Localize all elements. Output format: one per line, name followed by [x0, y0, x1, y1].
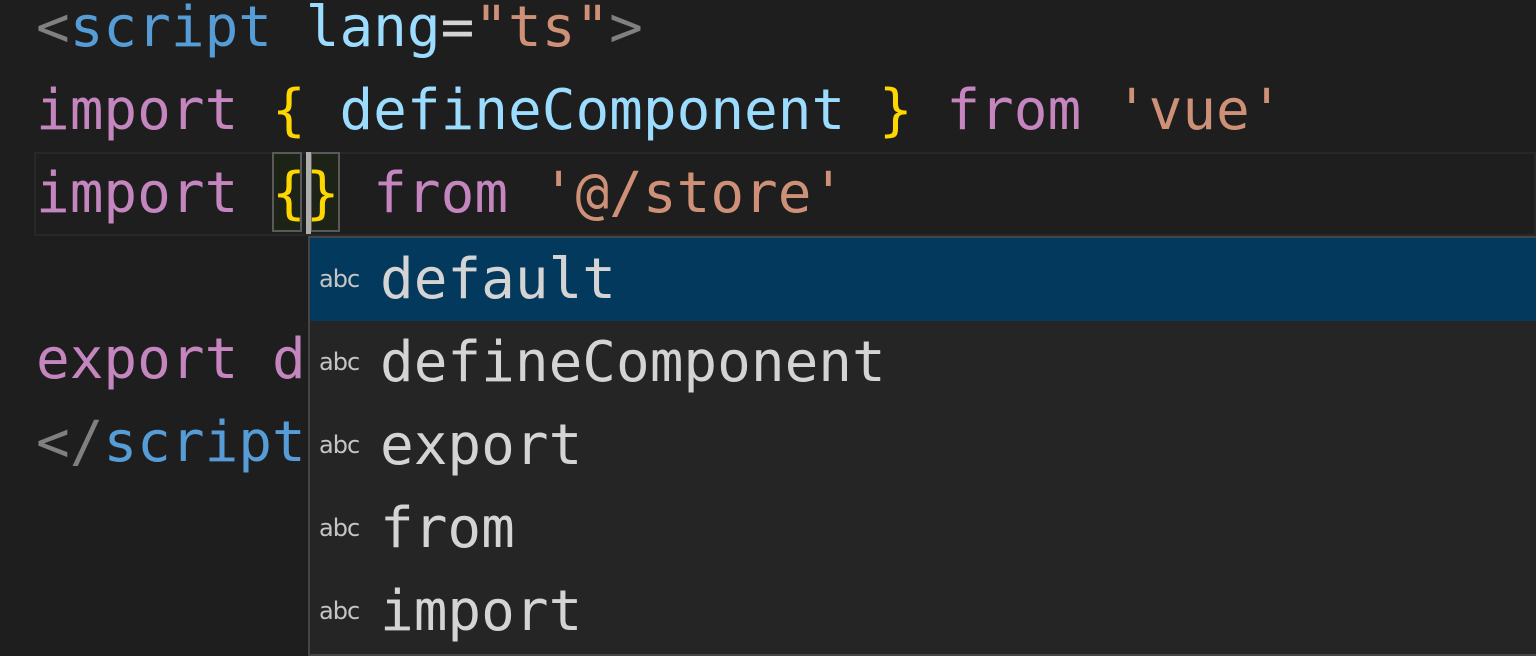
tag-name: script: [69, 0, 273, 60]
keyword: import: [36, 78, 239, 143]
text-kind-icon: abc: [319, 431, 360, 459]
keyword: from: [946, 78, 1082, 143]
suggest-label: default: [380, 247, 617, 312]
text-kind-icon: abc: [319, 265, 360, 293]
keyword: export: [36, 327, 239, 392]
text-kind-icon: abc: [319, 348, 360, 376]
code-line-3[interactable]: import {} from '@/store': [36, 152, 845, 235]
equals: =: [440, 0, 475, 60]
identifier: defineComponent: [305, 78, 879, 143]
suggest-item[interactable]: abc default: [310, 238, 1536, 321]
keyword: from: [373, 161, 509, 226]
keyword-partial: d: [272, 327, 306, 392]
code-line-6[interactable]: </script: [36, 401, 306, 484]
suggest-label: defineComponent: [380, 330, 886, 395]
tag-close: >: [609, 0, 643, 60]
text-kind-icon: abc: [319, 514, 360, 542]
tag-name: script: [103, 410, 306, 475]
brace: {: [272, 78, 306, 143]
tag-open: <: [36, 0, 70, 60]
text-kind-icon: abc: [319, 597, 360, 625]
suggest-item[interactable]: abc defineComponent: [310, 321, 1536, 404]
suggest-label: import: [380, 579, 583, 644]
attr-value: "ts": [474, 0, 610, 60]
suggest-label: from: [380, 496, 515, 561]
suggest-item[interactable]: abc from: [310, 487, 1536, 570]
suggest-item[interactable]: abc import: [310, 570, 1536, 653]
string: 'vue': [1114, 78, 1284, 143]
tag-open: </: [36, 410, 104, 475]
attr-name: lang: [305, 0, 441, 60]
string: '@/store': [541, 161, 846, 226]
code-line-1[interactable]: <script lang="ts">: [36, 0, 643, 69]
text-cursor: [306, 152, 311, 234]
keyword: import: [36, 161, 239, 226]
code-line-2[interactable]: import { defineComponent } from 'vue': [36, 69, 1283, 152]
suggest-item[interactable]: abc export: [310, 404, 1536, 487]
suggest-widget[interactable]: abc default abc defineComponent abc export …: [308, 236, 1536, 656]
brace: {: [272, 161, 306, 226]
brace: }: [878, 78, 913, 143]
code-line-5[interactable]: export d: [36, 318, 306, 401]
suggest-label: export: [380, 413, 583, 478]
